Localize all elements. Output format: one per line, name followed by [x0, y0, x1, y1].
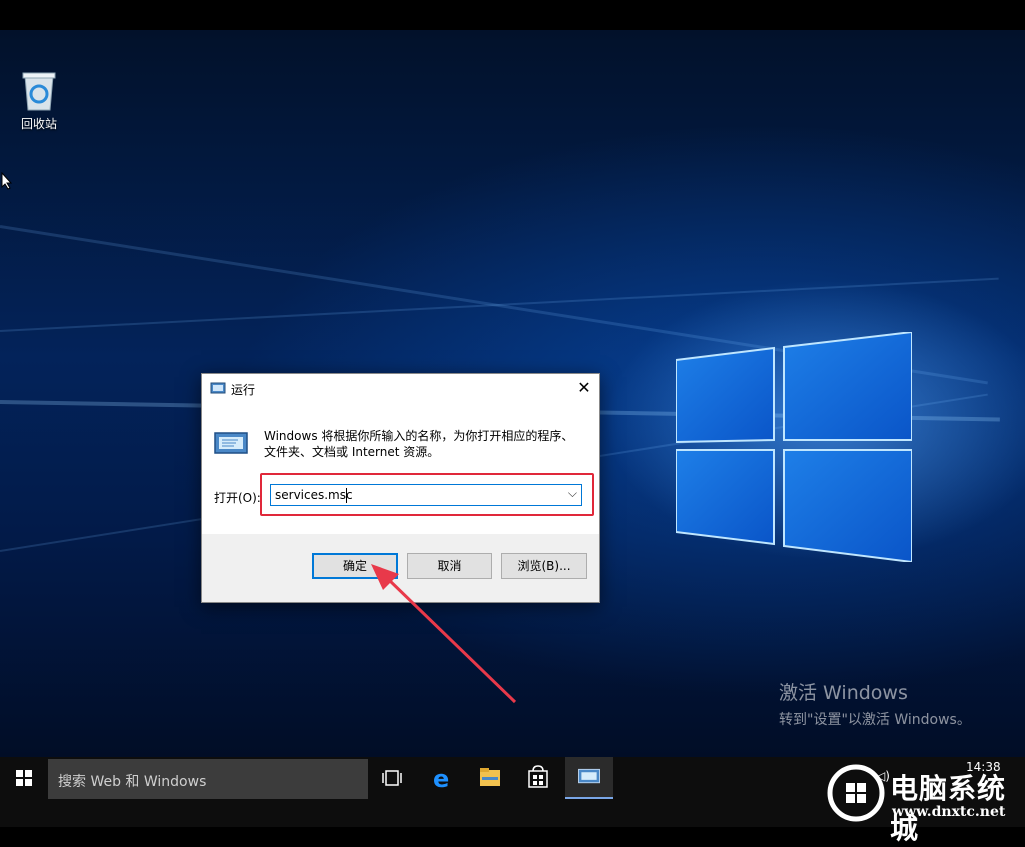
light-beam: [0, 277, 999, 332]
run-dialog-content: Windows 将根据你所输入的名称，为你打开相应的程序、文件夹、文档或 Int…: [202, 402, 599, 534]
watermark-subtitle: 转到"设置"以激活 Windows。: [779, 712, 971, 728]
activate-windows-watermark: 激活 Windows 转到"设置"以激活 Windows。: [779, 678, 971, 729]
taskbar: 搜索 Web 和 Windows e ◁) 14:38 电脑系统城 www.dn…: [0, 757, 1025, 845]
recycle-bin[interactable]: 回收站: [14, 70, 64, 132]
svg-text:e: e: [433, 765, 449, 793]
run-dialog-title: 运行: [231, 383, 256, 397]
search-placeholder: 搜索 Web 和 Windows: [58, 774, 207, 790]
annotation-arrow-icon: [371, 564, 517, 704]
run-icon: [210, 382, 226, 394]
taskbar-search-box[interactable]: 搜索 Web 和 Windows: [48, 759, 368, 799]
highlight-box: [260, 473, 594, 516]
recycle-bin-label: 回收站: [20, 117, 57, 131]
file-explorer-icon[interactable]: [466, 757, 514, 799]
run-program-icon: [214, 432, 248, 454]
run-dialog-titlebar[interactable]: 运行 ✕: [202, 374, 599, 402]
store-icon[interactable]: [514, 757, 562, 799]
open-label: 打开(O):: [214, 491, 261, 505]
site-logo-icon: [827, 764, 885, 822]
edge-browser-icon[interactable]: e: [418, 757, 466, 799]
windows-logo-wallpaper: [676, 332, 912, 562]
start-button[interactable]: [0, 757, 48, 799]
screen-top-bar: [0, 0, 1025, 30]
mouse-cursor-icon: [1, 172, 13, 190]
watermark-title: 激活 Windows: [779, 682, 908, 704]
run-taskbar-icon[interactable]: [565, 757, 613, 799]
task-view-button[interactable]: [368, 757, 416, 799]
site-watermark-url: www.dnxtc.net: [892, 804, 1006, 820]
run-dialog-description: Windows 将根据你所输入的名称，为你打开相应的程序、文件夹、文档或 Int…: [264, 429, 574, 459]
close-button[interactable]: ✕: [569, 374, 599, 402]
recycle-bin-icon: [22, 72, 56, 111]
